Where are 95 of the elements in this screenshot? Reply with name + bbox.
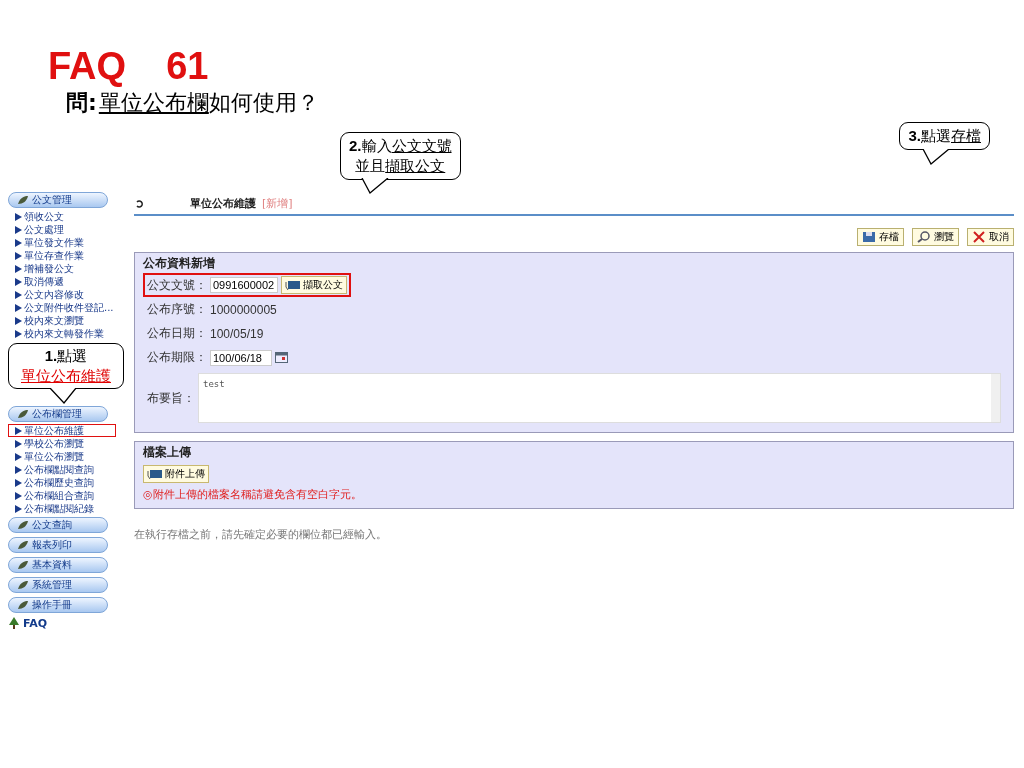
- sidebar-item[interactable]: 公文附件收件登記...: [8, 301, 116, 314]
- faq-link[interactable]: FAQ: [23, 616, 48, 630]
- sidebar-item[interactable]: 取消傳遞: [8, 275, 116, 288]
- page-mode-tag: [新增]: [262, 196, 293, 211]
- sidebar-item-label: 公文內容修改: [24, 289, 84, 300]
- magnifier-icon: [917, 231, 931, 243]
- sidebar-item-label: 學校公布瀏覽: [24, 437, 84, 449]
- leaf-icon: [17, 519, 29, 530]
- sidebar-item[interactable]: 校內來文轉發作業: [8, 327, 116, 340]
- leaf-icon: [17, 559, 29, 570]
- sidebar-item-label: 單位公布瀏覽: [24, 450, 84, 462]
- sidebar-item[interactable]: 單位公布維護: [8, 423, 116, 437]
- callout-text: 1.點選: [44, 346, 88, 366]
- menu-header-label: 基本資料: [32, 558, 72, 571]
- leaf-icon: [17, 579, 29, 590]
- menu-header-label: 報表列印: [32, 538, 72, 551]
- deadline-field[interactable]: 100/06/18: [210, 349, 272, 366]
- sidebar-menu-header[interactable]: 報表列印: [8, 536, 108, 553]
- sidebar-menu-header[interactable]: 公文管理: [8, 192, 108, 208]
- sidebar-item-label: 公布欄歷史查詢: [24, 476, 94, 488]
- sidebar-item-label: 取消傳遞: [24, 276, 64, 287]
- textarea-value: test: [203, 379, 225, 389]
- menu-header-label: 操作手冊: [32, 598, 72, 611]
- sidebar-item-label: 公布欄點閱查詢: [24, 463, 94, 475]
- toolbar-button[interactable]: 存檔: [857, 228, 904, 246]
- sidebar-item[interactable]: 公布欄歷史查詢: [8, 475, 116, 489]
- summary-textarea[interactable]: test: [198, 373, 1001, 423]
- sidebar-menu-header[interactable]: 基本資料: [8, 556, 108, 573]
- menu-header-label: 公布欄管理: [32, 407, 82, 420]
- sidebar-item-label: 增補發公文: [24, 263, 74, 274]
- footer-note: 在執行存檔之前，請先確定必要的欄位都已經輸入。: [134, 527, 388, 542]
- upload-warning: ◎附件上傳的檔案名稱請避免含有空白字元。: [143, 487, 362, 502]
- callout-text: 3.點選存檔: [908, 126, 981, 146]
- sidebar-item-label: 領收公文: [24, 211, 64, 222]
- field-value: 100/05/19: [210, 326, 264, 341]
- leaf-icon: [17, 599, 29, 610]
- fetch-document-button[interactable]: 擷取公文: [281, 276, 347, 294]
- monitor-icon: [285, 279, 301, 291]
- sidebar-item-label: 公文附件收件登記...: [24, 302, 114, 313]
- attach-upload-button[interactable]: 附件上傳: [143, 465, 209, 483]
- menu-header-label: 公文查詢: [32, 518, 72, 531]
- sidebar-item[interactable]: 公文處理: [8, 223, 116, 236]
- callout-text: 2.輸入公文文號: [349, 135, 452, 156]
- panel-legend: 公布資料新增: [143, 255, 1005, 272]
- callout-text: 單位公布維護: [21, 366, 111, 386]
- sidebar-item[interactable]: 公布欄點閱紀錄: [8, 501, 116, 515]
- sidebar-item[interactable]: 公文內容修改: [8, 288, 116, 301]
- page-title: 單位公布維護: [190, 196, 256, 211]
- sidebar-item-label: 公布欄點閱紀錄: [24, 502, 94, 514]
- sidebar-item[interactable]: 單位發文作業: [8, 236, 116, 249]
- callout-text: 並且擷取公文: [355, 155, 446, 176]
- sidebar-item[interactable]: 單位公布瀏覽: [8, 449, 116, 463]
- field-label: 公布期限：: [147, 349, 207, 366]
- menu-header-label: 系統管理: [32, 578, 72, 591]
- sidebar-item[interactable]: 增補發公文: [8, 262, 116, 275]
- field-label: 布要旨：: [147, 389, 195, 407]
- sidebar-menu-header[interactable]: 公文查詢: [8, 516, 108, 533]
- question-text: 單位公布欄如何使用？: [98, 89, 319, 117]
- sidebar-item-label: 校內來文瀏覽: [24, 315, 84, 326]
- question-label: 問:: [66, 89, 97, 117]
- scrollbar[interactable]: [991, 374, 1000, 422]
- sidebar-item[interactable]: 單位存查作業: [8, 249, 116, 262]
- panel-legend: 檔案上傳: [143, 444, 191, 461]
- sidebar-item-label: 公文處理: [24, 224, 64, 235]
- monitor-icon: [147, 468, 163, 480]
- sidebar-item-label: 單位公布維護: [24, 424, 84, 436]
- sidebar-item[interactable]: 公布欄組合查詢: [8, 488, 116, 502]
- slide-number: 61: [166, 44, 209, 88]
- doc-number-field[interactable]: 0991600002: [210, 277, 278, 293]
- calendar-icon[interactable]: [275, 352, 288, 363]
- menu-header-label: 公文管理: [32, 194, 72, 206]
- leaf-icon: [17, 539, 29, 550]
- sidebar-menu-header[interactable]: 操作手冊: [8, 596, 108, 613]
- sidebar-item-label: 單位存查作業: [24, 250, 84, 261]
- leaf-icon: [17, 408, 29, 419]
- sidebar-menu-header[interactable]: 系統管理: [8, 576, 108, 593]
- sidebar-item[interactable]: 學校公布瀏覽: [8, 436, 116, 450]
- tree-icon: [8, 617, 20, 629]
- field-label: 公布日期：: [147, 325, 207, 342]
- slide-title: FAQ: [48, 44, 127, 88]
- sidebar-item-label: 公布欄組合查詢: [24, 489, 94, 501]
- sidebar-item-label: 單位發文作業: [24, 237, 84, 248]
- sidebar-item[interactable]: 公布欄點閱查詢: [8, 462, 116, 476]
- toolbar-button[interactable]: 瀏覽: [912, 228, 959, 246]
- field-label: 公布序號：: [147, 301, 207, 318]
- cross-icon: [972, 231, 986, 243]
- sidebar-menu-header[interactable]: 公布欄管理: [8, 405, 108, 422]
- refresh-icon: [136, 199, 144, 208]
- toolbar-button[interactable]: 取消: [967, 228, 1014, 246]
- sidebar-item[interactable]: 校內來文瀏覽: [8, 314, 116, 327]
- sidebar-item[interactable]: 領收公文: [8, 210, 116, 223]
- field-label: 公文文號：: [147, 276, 207, 294]
- leaf-icon: [17, 195, 29, 205]
- field-value: 1000000005: [210, 302, 277, 317]
- sidebar-item-label: 校內來文轉發作業: [24, 328, 104, 339]
